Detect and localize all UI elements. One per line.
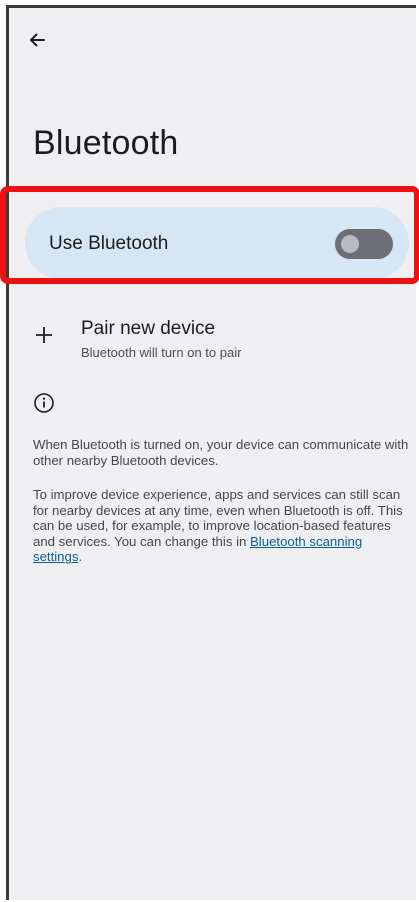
pair-new-device-subtitle: Bluetooth will turn on to pair [81,345,242,360]
page-title: Bluetooth [33,124,179,162]
settings-screen: Bluetooth Use Bluetooth Pair new device … [6,5,416,900]
pair-new-device-title: Pair new device [81,318,216,339]
pair-new-device-item[interactable]: Pair new device Bluetooth will turn on t… [9,310,416,374]
scanning-description: To improve device experience, apps and s… [33,487,413,565]
arrow-back-icon [30,33,45,47]
info-icon [34,393,54,413]
back-button[interactable] [21,24,53,56]
highlight-annotation [0,186,419,284]
plus-icon [36,327,52,343]
bluetooth-description: When Bluetooth is turned on, your device… [33,437,409,468]
scanning-description-end: . [78,549,83,565]
